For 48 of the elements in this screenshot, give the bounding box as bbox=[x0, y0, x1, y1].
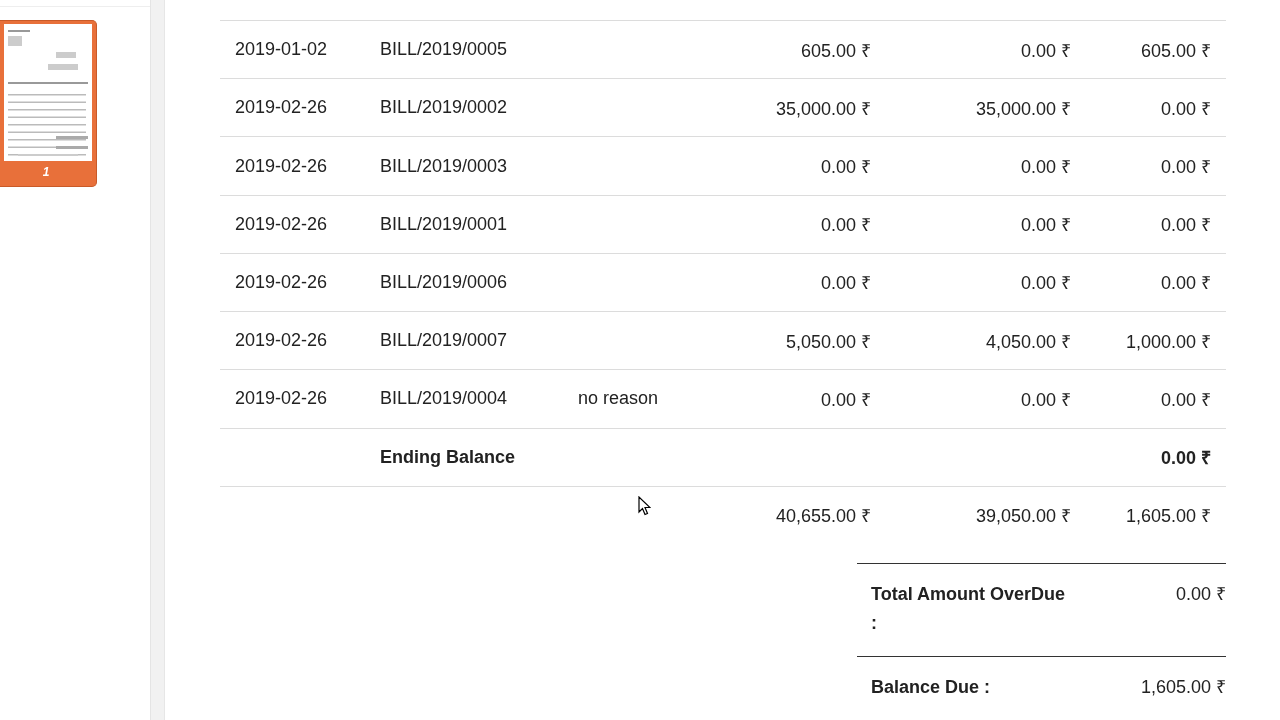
total-paid: 39,050.00 ₹ bbox=[974, 505, 1071, 528]
date-cell-text: 2019-02-26 bbox=[235, 97, 329, 119]
balance-cell-text: 0.00 ₹ bbox=[1159, 97, 1211, 120]
paid-cell-text: 4,050.00 ₹ bbox=[984, 330, 1071, 353]
summary-label: Balance Due : bbox=[871, 675, 992, 699]
reference-cell-text: BILL/2019/0006 bbox=[380, 272, 509, 293]
amount-cell-text: 5,050.00 ₹ bbox=[784, 330, 871, 353]
total-balance: 1,605.00 ₹ bbox=[1124, 505, 1211, 528]
balance-cell-text: 0.00 ₹ bbox=[1159, 272, 1211, 295]
summary-label: Total Amount OverDue : bbox=[871, 582, 1066, 635]
paid-cell-text: 0.00 ₹ bbox=[1019, 156, 1071, 179]
date-cell-text: 2019-02-26 bbox=[235, 388, 329, 410]
amount-cell-text: 605.00 ₹ bbox=[799, 39, 871, 62]
paid-cell-text: 0.00 ₹ bbox=[1019, 214, 1071, 237]
total-amount: 40,655.00 ₹ bbox=[774, 505, 871, 528]
reference-cell-text: BILL/2019/0004 bbox=[380, 388, 509, 410]
date-cell-text: 2019-02-26 bbox=[235, 272, 329, 293]
amount-cell-text: 0.00 ₹ bbox=[819, 272, 871, 295]
summary-value: 1,605.00 ₹ bbox=[1139, 675, 1226, 699]
balance-cell-text: 0.00 ₹ bbox=[1159, 214, 1211, 237]
summary-value: 0.00 ₹ bbox=[1174, 582, 1226, 606]
reason-cell-text: no reason bbox=[578, 388, 660, 410]
balance-cell-text: 0.00 ₹ bbox=[1159, 388, 1211, 411]
date-cell-text: 2019-02-26 bbox=[235, 155, 329, 177]
balance-cell-text: 1,000.00 ₹ bbox=[1124, 330, 1211, 353]
amount-cell-text: 0.00 ₹ bbox=[819, 388, 871, 411]
date-cell-text: 2019-02-26 bbox=[235, 213, 329, 235]
reference-cell-text: BILL/2019/0002 bbox=[380, 97, 509, 119]
amount-cell-text: 0.00 ₹ bbox=[819, 214, 871, 237]
paid-cell-text: 0.00 ₹ bbox=[1019, 39, 1071, 62]
sidebar-splitter[interactable] bbox=[150, 0, 165, 720]
amount-cell-text: 35,000.00 ₹ bbox=[774, 97, 871, 120]
balance-cell-text: 0.00 ₹ bbox=[1159, 156, 1211, 179]
ending-balance-label: Ending Balance bbox=[380, 446, 517, 468]
ending-balance-value: 0.00 ₹ bbox=[1159, 447, 1211, 470]
reference-cell-text: BILL/2019/0005 bbox=[380, 39, 509, 61]
date-cell-text: 2019-01-02 bbox=[235, 39, 329, 61]
paid-cell-text: 35,000.00 ₹ bbox=[974, 97, 1071, 120]
date-cell-text: 2019-02-26 bbox=[235, 330, 329, 352]
reference-cell-text: BILL/2019/0001 bbox=[380, 213, 509, 235]
reference-cell-text: BILL/2019/0003 bbox=[380, 155, 509, 177]
mouse-cursor-icon bbox=[638, 496, 651, 516]
balance-cell-text: 605.00 ₹ bbox=[1139, 39, 1211, 62]
amount-cell-text: 0.00 ₹ bbox=[819, 156, 871, 179]
paid-cell-text: 0.00 ₹ bbox=[1019, 272, 1071, 295]
reference-cell-text: BILL/2019/0007 bbox=[380, 330, 509, 352]
page-thumbnail[interactable]: 1 bbox=[0, 20, 97, 187]
paid-cell-text: 0.00 ₹ bbox=[1019, 388, 1071, 411]
